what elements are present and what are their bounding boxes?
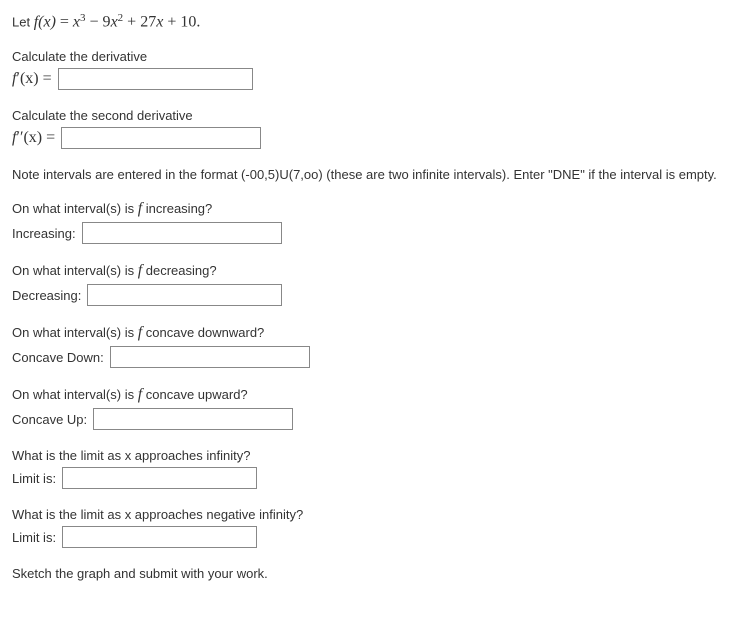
concave-up-label: Concave Up: bbox=[12, 412, 87, 427]
intro-plus10: + 10. bbox=[163, 13, 200, 30]
second-derivative-input[interactable] bbox=[61, 127, 261, 149]
concave-down-label: Concave Down: bbox=[12, 350, 104, 365]
first-derivative-input[interactable] bbox=[58, 68, 253, 90]
concave-up-block: On what interval(s) is f concave upward?… bbox=[12, 386, 732, 430]
intro-x3: x bbox=[73, 13, 80, 30]
decreasing-question: On what interval(s) is f decreasing? bbox=[12, 262, 732, 280]
second-derivative-block: Calculate the second derivative f′′(x) = bbox=[12, 108, 732, 149]
intro-text: Let f(x) = x3 − 9x2 + 27x + 10. bbox=[12, 12, 732, 31]
first-derivative-block: Calculate the derivative f′(x) = bbox=[12, 49, 732, 90]
second-derivative-title: Calculate the second derivative bbox=[12, 108, 732, 123]
decreasing-input[interactable] bbox=[87, 284, 282, 306]
intro-let: Let bbox=[12, 14, 34, 29]
intro-minus: − 9 bbox=[86, 13, 111, 30]
limit-pos-block: What is the limit as x approaches infini… bbox=[12, 448, 732, 489]
increasing-question: On what interval(s) is f increasing? bbox=[12, 200, 732, 218]
limit-neg-block: What is the limit as x approaches negati… bbox=[12, 507, 732, 548]
limit-pos-label: Limit is: bbox=[12, 471, 56, 486]
limit-pos-input[interactable] bbox=[62, 467, 257, 489]
first-derivative-label: f′(x) = bbox=[12, 70, 52, 88]
intro-eq: = bbox=[56, 13, 73, 30]
increasing-block: On what interval(s) is f increasing? Inc… bbox=[12, 200, 732, 244]
concave-down-input[interactable] bbox=[110, 346, 310, 368]
decreasing-label: Decreasing: bbox=[12, 288, 81, 303]
first-derivative-title: Calculate the derivative bbox=[12, 49, 732, 64]
limit-pos-question: What is the limit as x approaches infini… bbox=[12, 448, 732, 463]
concave-down-block: On what interval(s) is f concave downwar… bbox=[12, 324, 732, 368]
note-text: Note intervals are entered in the format… bbox=[12, 167, 732, 182]
limit-neg-label: Limit is: bbox=[12, 530, 56, 545]
increasing-label: Increasing: bbox=[12, 226, 76, 241]
intro-x2: x bbox=[111, 13, 118, 30]
second-derivative-label: f′′(x) = bbox=[12, 129, 55, 147]
limit-neg-input[interactable] bbox=[62, 526, 257, 548]
concave-up-input[interactable] bbox=[93, 408, 293, 430]
concave-down-question: On what interval(s) is f concave downwar… bbox=[12, 324, 732, 342]
limit-neg-question: What is the limit as x approaches negati… bbox=[12, 507, 732, 522]
increasing-input[interactable] bbox=[82, 222, 282, 244]
sketch-text: Sketch the graph and submit with your wo… bbox=[12, 566, 732, 581]
concave-up-question: On what interval(s) is f concave upward? bbox=[12, 386, 732, 404]
intro-plus27: + 27 bbox=[123, 13, 156, 30]
intro-fx: f(x) bbox=[34, 13, 56, 30]
decreasing-block: On what interval(s) is f decreasing? Dec… bbox=[12, 262, 732, 306]
